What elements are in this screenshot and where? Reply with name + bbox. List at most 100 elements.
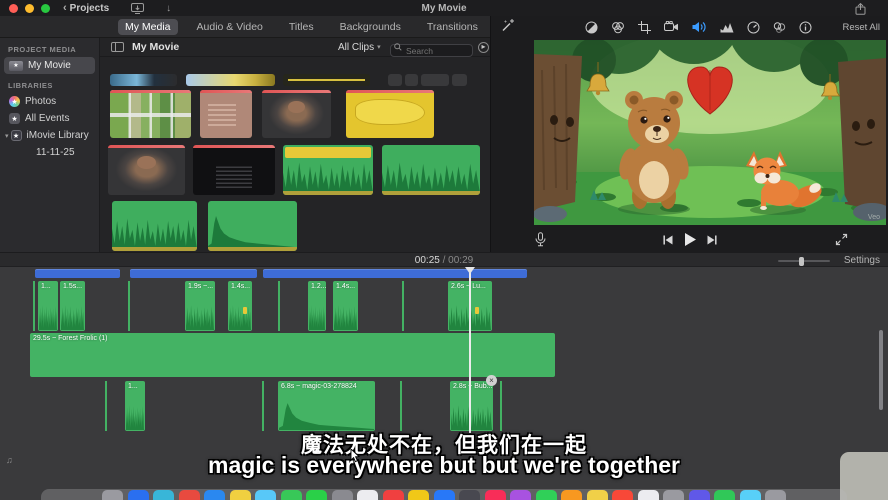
play-button[interactable] xyxy=(683,232,697,252)
dock-app-icon[interactable] xyxy=(332,490,353,500)
dock-app-icon[interactable] xyxy=(765,490,786,500)
playhead[interactable] xyxy=(469,267,471,433)
traffic-light[interactable] xyxy=(41,4,50,13)
dock-app-icon[interactable] xyxy=(408,490,429,500)
tab[interactable]: Backgrounds xyxy=(333,19,408,35)
timeline-clip[interactable]: 1...× xyxy=(125,381,145,431)
reset-all-button[interactable]: Reset All xyxy=(843,22,881,33)
media-thumbnail[interactable] xyxy=(110,90,191,138)
media-thumbnail[interactable] xyxy=(262,90,331,138)
skip-back-button[interactable] xyxy=(662,233,674,251)
media-thumbnail[interactable] xyxy=(283,74,370,86)
color-balance-icon[interactable] xyxy=(585,21,598,34)
dock-app-icon[interactable] xyxy=(153,490,174,500)
dock-app-icon[interactable] xyxy=(179,490,200,500)
timeline-clip[interactable]: 1.5s...× xyxy=(60,281,85,331)
media-thumbnail[interactable] xyxy=(208,201,297,251)
tab[interactable]: Audio & Video xyxy=(190,19,270,35)
timeline-clip[interactable]: 1.4s...× xyxy=(333,281,358,331)
tab[interactable]: My Media xyxy=(118,19,178,35)
dock-app-icon[interactable] xyxy=(612,490,633,500)
media-thumbnail[interactable] xyxy=(388,74,402,86)
media-thumbnail[interactable] xyxy=(108,145,185,195)
dock-app-icon[interactable] xyxy=(689,490,710,500)
import-media-icon[interactable] xyxy=(131,3,144,14)
volume-icon[interactable] xyxy=(692,21,707,33)
search-input[interactable] xyxy=(390,44,473,57)
dock-app-icon[interactable] xyxy=(740,490,761,500)
timeline-settings-button[interactable]: Settings xyxy=(844,255,880,266)
sidebar-item[interactable]: ▾★11-11-25 xyxy=(4,144,95,161)
dock-app-icon[interactable] xyxy=(230,490,251,500)
traffic-light[interactable] xyxy=(25,4,34,13)
timeline-clip[interactable]: 1.9s ~...× xyxy=(185,281,215,331)
auto-enhance-icon[interactable] xyxy=(501,18,515,37)
sidebar-item-my-movie[interactable]: ★ My Movie xyxy=(4,57,95,74)
sidebar-item[interactable]: ▾★iMovie Library xyxy=(0,127,95,144)
media-thumbnail[interactable] xyxy=(346,90,434,138)
dock-app-icon[interactable] xyxy=(434,490,455,500)
back-projects-button[interactable]: ‹ Projects xyxy=(63,3,109,14)
timeline-clip[interactable]: 1...× xyxy=(38,281,58,331)
dock-app-icon[interactable] xyxy=(255,490,276,500)
preview-video-frame[interactable]: Veo xyxy=(534,40,886,225)
fullscreen-icon[interactable] xyxy=(835,233,848,251)
title-overlay-bar[interactable] xyxy=(130,269,257,278)
dock-app-icon[interactable] xyxy=(357,490,378,500)
title-overlay-bar[interactable] xyxy=(35,269,120,278)
noise-reduction-icon[interactable] xyxy=(720,22,734,33)
media-thumbnail[interactable] xyxy=(200,90,252,138)
timeline-clip[interactable]: 1.4s...× xyxy=(228,281,252,331)
dock-app-icon[interactable] xyxy=(281,490,302,500)
dock-app-icon[interactable] xyxy=(204,490,225,500)
stabilization-icon[interactable] xyxy=(664,21,679,33)
timeline[interactable]: 1...×1.5s...×1.9s ~...×1.4s...×1.2...×1.… xyxy=(0,267,888,500)
dock-app-icon[interactable] xyxy=(306,490,327,500)
media-thumbnail[interactable] xyxy=(193,145,275,195)
media-thumbnail[interactable] xyxy=(421,74,449,86)
dock-app-icon[interactable] xyxy=(587,490,608,500)
timeline-zoom-slider[interactable] xyxy=(778,260,830,262)
clip-mute-badge[interactable]: × xyxy=(486,375,497,386)
microphone-icon[interactable] xyxy=(535,232,546,252)
dock-app-icon[interactable] xyxy=(536,490,557,500)
dock-app-icon[interactable] xyxy=(102,490,123,500)
media-thumbnail[interactable] xyxy=(110,74,177,86)
dock-app-icon[interactable] xyxy=(383,490,404,500)
media-thumbnail[interactable] xyxy=(452,74,467,86)
media-thumbnail[interactable] xyxy=(405,74,418,86)
dock-app-icon[interactable] xyxy=(638,490,659,500)
dock-app-icon[interactable] xyxy=(663,490,684,500)
timeline-clip[interactable]: 1.2...× xyxy=(308,281,326,331)
speed-icon[interactable] xyxy=(747,21,760,34)
effects-icon[interactable] xyxy=(773,21,786,34)
download-icon[interactable]: ↓ xyxy=(166,3,171,14)
browser-forward-icon[interactable]: ▸ xyxy=(478,42,489,53)
timeline-clip[interactable]: 29.5s ~ Forest Frolic (1)× xyxy=(30,333,555,377)
dock-app-icon[interactable] xyxy=(485,490,506,500)
tab[interactable]: Titles xyxy=(282,19,321,35)
traffic-light[interactable] xyxy=(9,4,18,13)
sidebar-item[interactable]: ▾★All Events xyxy=(4,110,95,127)
all-clips-dropdown[interactable]: All Clips ▾ xyxy=(338,42,381,53)
dock-app-icon[interactable] xyxy=(459,490,480,500)
sidebar-item[interactable]: ▾★Photos xyxy=(4,93,95,110)
media-thumbnail[interactable] xyxy=(112,201,197,251)
dock-app-icon[interactable] xyxy=(561,490,582,500)
media-thumbnail[interactable] xyxy=(382,145,480,195)
dock-app-icon[interactable] xyxy=(714,490,735,500)
tab[interactable]: Transitions xyxy=(420,19,485,35)
title-overlay-bar[interactable] xyxy=(263,269,527,278)
media-thumbnail[interactable] xyxy=(186,74,275,86)
dock-app-icon[interactable] xyxy=(128,490,149,500)
timeline-clip[interactable]: 2.8s ~ Bub...× xyxy=(450,381,493,431)
timeline-scrollbar[interactable] xyxy=(879,330,883,410)
crop-icon[interactable] xyxy=(638,21,651,34)
info-icon[interactable] xyxy=(799,21,812,34)
zoom-slider-knob[interactable] xyxy=(799,257,804,266)
media-thumbnail[interactable] xyxy=(283,145,373,195)
color-correction-icon[interactable] xyxy=(611,21,625,34)
timeline-clip[interactable]: 6.8s ~ magic-03-278824× xyxy=(278,381,375,431)
playhead-handle[interactable] xyxy=(465,267,475,274)
dock-app-icon[interactable] xyxy=(510,490,531,500)
